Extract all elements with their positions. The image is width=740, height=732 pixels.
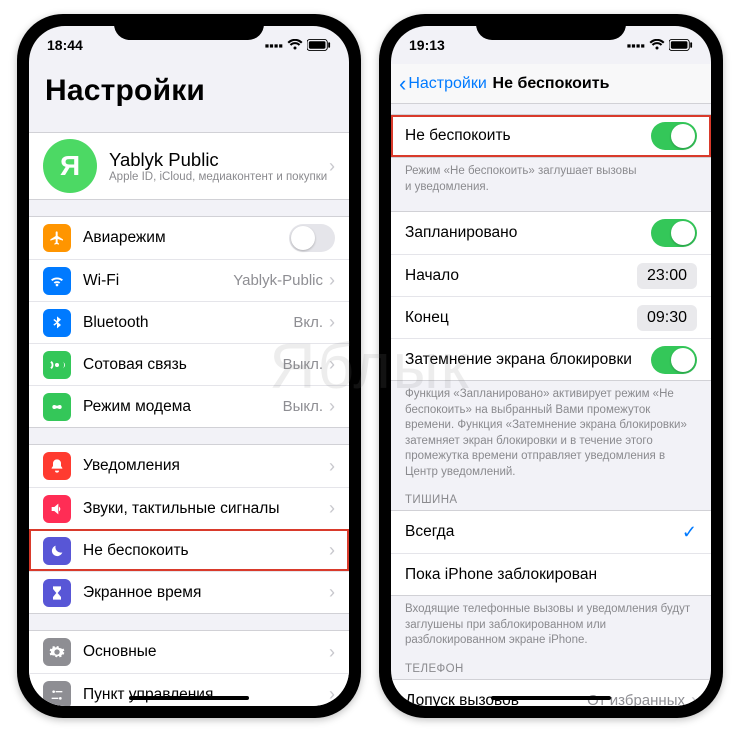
scheduled-row[interactable]: Запланировано [391,212,711,254]
general-row[interactable]: Основные › [29,631,349,673]
chevron-right-icon: › [329,684,335,705]
wifi-icon [43,267,71,295]
large-title: Настройки [29,64,349,116]
bluetooth-row[interactable]: Bluetooth Вкл. › [29,301,349,343]
hotspot-icon [43,393,71,421]
home-indicator [129,696,249,700]
wifi-status-icon [649,39,665,51]
chevron-right-icon: › [329,156,335,177]
chevron-right-icon: › [329,312,335,333]
nav-title: Не беспокоить [391,75,711,93]
phone-header: ТЕЛЕФОН [391,649,711,679]
chevron-right-icon: › [329,582,335,603]
bluetooth-icon [43,309,71,337]
airplane-toggle[interactable] [289,224,335,252]
apple-id-row[interactable]: Я Yablyk Public Apple ID, iCloud, медиак… [29,133,349,199]
wifi-status-icon [287,39,303,51]
notifications-row[interactable]: Уведомления › [29,445,349,487]
chevron-right-icon: › [329,456,335,477]
scheduled-toggle[interactable] [651,219,697,247]
hotspot-row[interactable]: Режим модема Выкл. › [29,385,349,427]
sounds-row[interactable]: Звуки, тактильные сигналы › [29,487,349,529]
allow-calls-row[interactable]: Допуск вызовов От избранных › [391,680,711,706]
silence-locked-row[interactable]: Пока iPhone заблокирован [391,553,711,595]
screen-time-row[interactable]: Экранное время › [29,571,349,613]
nav-bar: ‹ Настройки Не беспокоить [391,64,711,104]
scheduled-note: Функция «Запланировано» активирует режим… [391,381,711,480]
hotspot-value: Выкл. [283,398,323,415]
profile-name: Yablyk Public [109,149,329,171]
dnd-note: Режим «Не беспокоить» заглушает вызовы и… [391,158,711,195]
home-indicator [491,696,611,700]
silence-note: Входящие телефонные вызовы и уведомления… [391,596,711,649]
moon-icon [43,537,71,565]
battery-icon [669,39,693,51]
notch [114,14,264,40]
start-time-value[interactable]: 23:00 [637,263,697,289]
status-time: 19:13 [409,37,445,53]
battery-icon [307,39,331,51]
chevron-right-icon: › [329,540,335,561]
cellular-value: Выкл. [283,356,323,373]
start-time-row[interactable]: Начало 23:00 [391,254,711,296]
signal-icon: ▪▪▪▪ [265,38,283,53]
end-time-value[interactable]: 09:30 [637,305,697,331]
silence-header: ТИШИНА [391,480,711,510]
gear-icon [43,638,71,666]
dim-lock-row[interactable]: Затемнение экрана блокировки [391,338,711,380]
chevron-right-icon: › [329,270,335,291]
speaker-icon [43,495,71,523]
end-time-row[interactable]: Конец 09:30 [391,296,711,338]
chevron-right-icon: › [329,354,335,375]
phone-dnd-detail: 19:13 ▪▪▪▪ ‹ Настройки Не беспокоить Не … [379,14,723,718]
dnd-toggle[interactable] [651,122,697,150]
airplane-mode-row[interactable]: Авиарежим [29,217,349,259]
chevron-right-icon: › [329,498,335,519]
cellular-row[interactable]: Сотовая связь Выкл. › [29,343,349,385]
hourglass-icon [43,579,71,607]
bluetooth-value: Вкл. [293,314,323,331]
chevron-right-icon: › [329,396,335,417]
bell-icon [43,452,71,480]
wifi-value: Yablyk-Public [233,272,323,289]
status-time: 18:44 [47,37,83,53]
control-center-row[interactable]: Пункт управления › [29,673,349,706]
do-not-disturb-row[interactable]: Не беспокоить › [29,529,349,571]
chevron-right-icon: › [691,690,697,706]
notch [476,14,626,40]
silence-always-row[interactable]: Всегда ✓ [391,511,711,553]
phone-settings-root: 18:44 ▪▪▪▪ Настройки Я Yablyk Public App… [17,14,361,718]
cellular-icon [43,351,71,379]
sliders-icon [43,681,71,707]
chevron-right-icon: › [329,642,335,663]
signal-icon: ▪▪▪▪ [627,38,645,53]
profile-subtitle: Apple ID, iCloud, медиаконтент и покупки [109,171,329,183]
avatar: Я [43,139,97,193]
checkmark-icon: ✓ [682,522,697,543]
wifi-row[interactable]: Wi-Fi Yablyk-Public › [29,259,349,301]
dim-toggle[interactable] [651,346,697,374]
dnd-toggle-row[interactable]: Не беспокоить [391,115,711,157]
airplane-icon [43,224,71,252]
